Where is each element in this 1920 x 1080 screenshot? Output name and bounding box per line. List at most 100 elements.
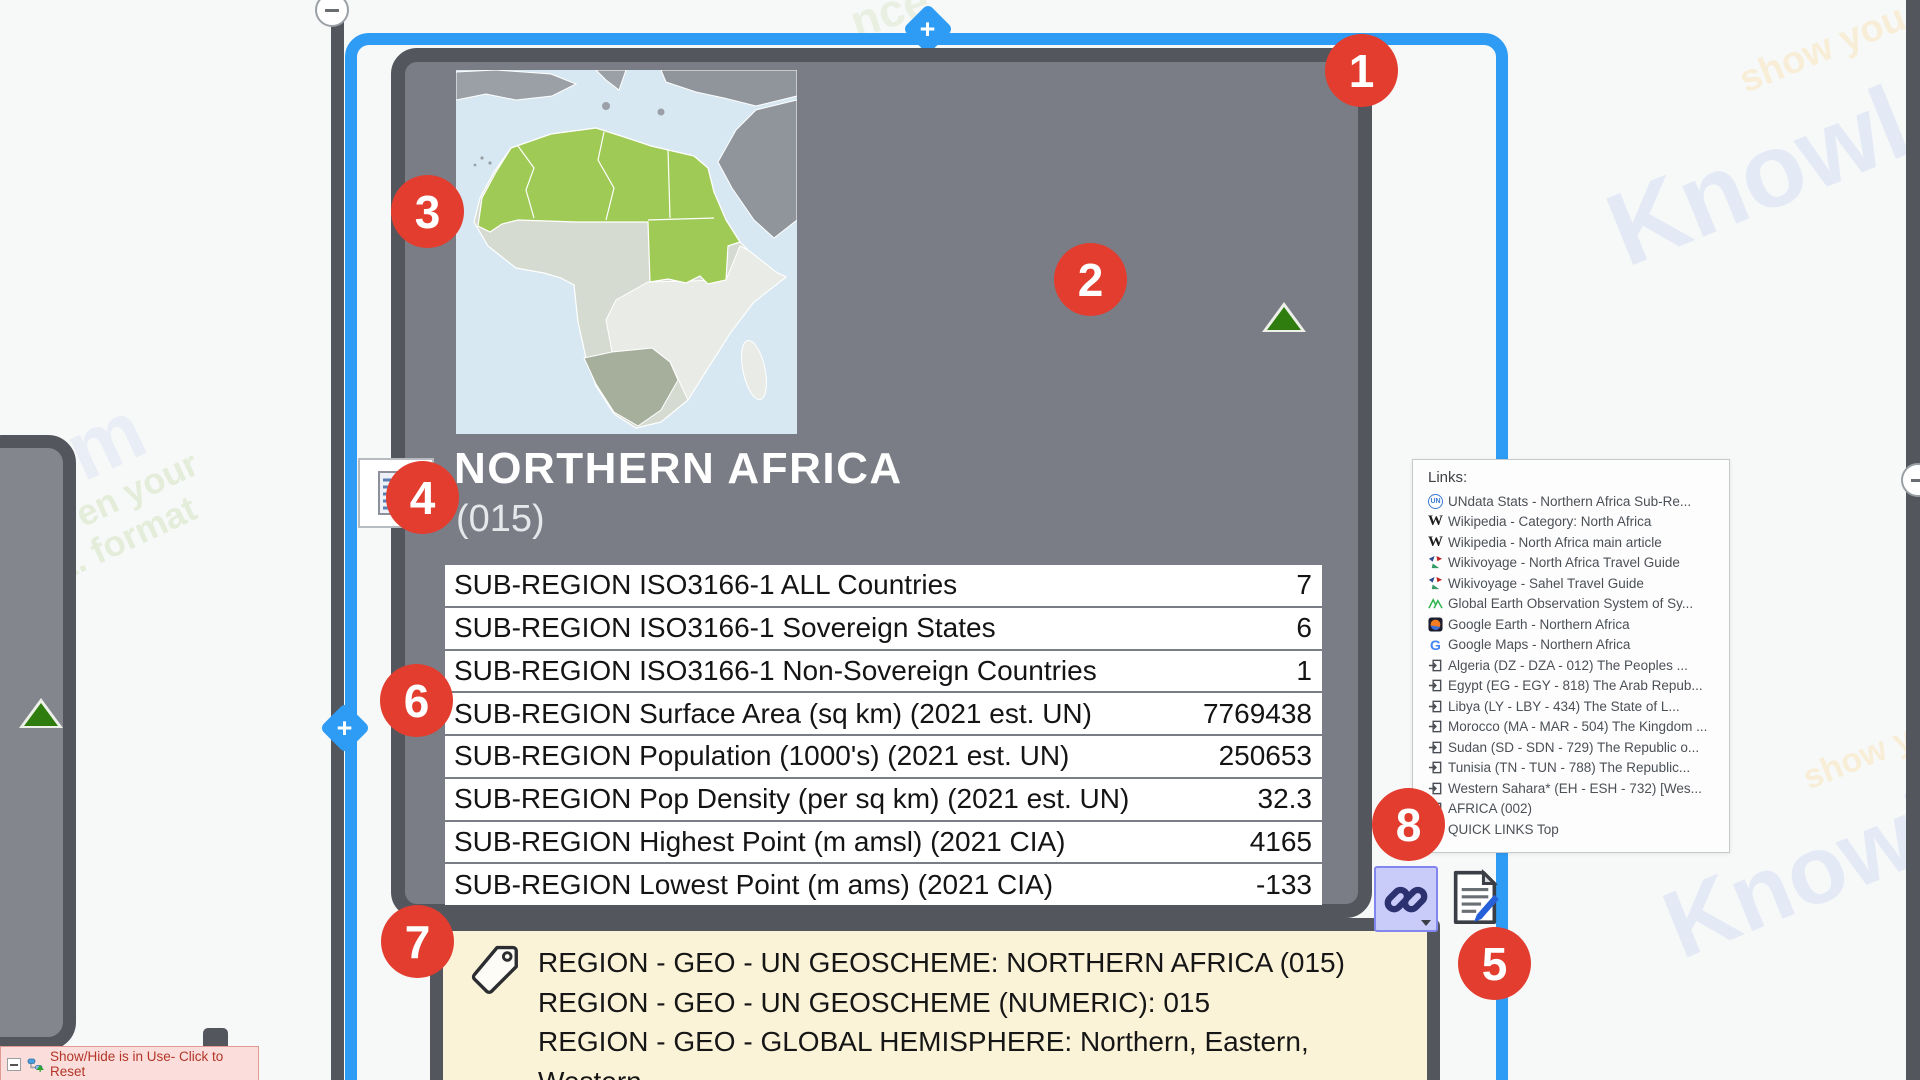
note-line: REGION - GEO - GLOBAL HEMISPHERE: Northe… <box>538 1022 1427 1080</box>
import-link-icon <box>1428 740 1443 755</box>
link-item[interactable]: Global Earth Observation System of Sy... <box>1428 594 1721 615</box>
callout-badge-8: 8 <box>1372 788 1445 861</box>
google-earth-icon <box>1428 617 1443 632</box>
link-item[interactable]: Egypt (EG - EGY - 818) The Arab Repub... <box>1428 676 1721 697</box>
callout-badge-6: 6 <box>380 664 453 737</box>
link-item[interactable]: Sudan (SD - SDN - 729) The Republic o... <box>1428 737 1721 758</box>
link-item-label: Morocco (MA - MAR - 504) The Kingdom ... <box>1448 719 1707 734</box>
wikipedia-icon: W <box>1428 535 1443 550</box>
node-tree-icon <box>27 1056 44 1073</box>
plus-icon: + <box>920 16 936 43</box>
link-item-label: UNdata Stats - Northern Africa Sub-Re... <box>1448 494 1691 509</box>
table-row-label: SUB-REGION Highest Point (m amsl) (2021 … <box>454 826 1066 858</box>
link-item-label: Google Earth - Northern Africa <box>1448 617 1630 632</box>
dropdown-caret-icon <box>1421 920 1431 926</box>
expand-triangle-icon[interactable] <box>1267 307 1301 330</box>
table-row-value: 32.3 <box>1258 783 1313 815</box>
import-link-icon <box>1428 719 1443 734</box>
link-item[interactable]: W Wikipedia - North Africa main article <box>1428 532 1721 553</box>
collapse-box-icon <box>7 1058 21 1071</box>
link-item-label: Tunisia (TN - TUN - 788) The Republic... <box>1448 760 1690 775</box>
note-line: REGION - GEO - UN GEOSCHEME: NORTHERN AF… <box>538 943 1427 983</box>
watermark-text: show you <box>1733 0 1912 102</box>
show-hide-toast[interactable]: Show/Hide is in Use- Click to Reset <box>0 1046 259 1080</box>
table-row-value: 1 <box>1296 655 1312 687</box>
topic-card-northern-africa[interactable]: NORTHERN AFRICA (015) SUB-REGION ISO3166… <box>391 48 1372 918</box>
import-link-icon <box>1428 760 1443 775</box>
link-item[interactable]: Morocco (MA - MAR - 504) The Kingdom ... <box>1428 717 1721 738</box>
google-icon: G <box>1428 637 1443 652</box>
table-row-label: SUB-REGION Lowest Point (m ams) (2021 CI… <box>454 869 1053 901</box>
link-item[interactable]: Algeria (DZ - DZA - 012) The Peoples ... <box>1428 655 1721 676</box>
table-row-label: SUB-REGION ISO3166-1 Non-Sovereign Count… <box>454 655 1097 687</box>
link-item-label: Global Earth Observation System of Sy... <box>1448 596 1693 611</box>
watermark-text: en your <box>69 442 205 535</box>
import-link-icon <box>1428 678 1443 693</box>
table-row-label: SUB-REGION ISO3166-1 Sovereign States <box>454 612 996 644</box>
link-item-label: Libya (LY - LBY - 434) The State of L... <box>1448 699 1680 714</box>
toast-text: Show/Hide is in Use- Click to Reset <box>50 1049 250 1079</box>
link-item[interactable]: Wikivoyage - North Africa Travel Guide <box>1428 553 1721 574</box>
import-link-icon <box>1428 699 1443 714</box>
table-row-label: SUB-REGION Pop Density (per sq km) (2021… <box>454 783 1129 815</box>
collapse-minus-icon-right[interactable] <box>1901 463 1920 497</box>
geoss-icon <box>1428 596 1443 611</box>
links-list: UNUNdata Stats - Northern Africa Sub-Re.… <box>1428 491 1721 840</box>
link-item[interactable]: Google Earth - Northern Africa <box>1428 614 1721 635</box>
import-link-icon <box>1428 781 1443 796</box>
wikipedia-icon: W <box>1428 514 1443 529</box>
neighbor-node-left[interactable] <box>0 435 76 1050</box>
link-item-label: AFRICA (002) <box>1448 801 1532 816</box>
link-item-label: Egypt (EG - EGY - 818) The Arab Repub... <box>1448 678 1703 693</box>
neighbor-connector-right <box>1906 0 1920 1080</box>
link-item[interactable]: Tunisia (TN - TUN - 788) The Republic... <box>1428 758 1721 779</box>
callout-badge-5: 5 <box>1458 927 1531 1000</box>
link-item-label: Algeria (DZ - DZA - 012) The Peoples ... <box>1448 658 1688 673</box>
table-row[interactable]: SUB-REGION ISO3166-1 ALL Countries7 <box>445 565 1322 606</box>
edit-note-button[interactable] <box>1448 869 1502 927</box>
note-edit-icon <box>1448 869 1502 927</box>
link-item[interactable]: W Wikipedia - Category: North Africa <box>1428 512 1721 533</box>
wikivoyage-icon <box>1428 555 1443 570</box>
table-row[interactable]: SUB-REGION Surface Area (sq km) (2021 es… <box>445 693 1322 734</box>
note-text: REGION - GEO - UN GEOSCHEME: NORTHERN AF… <box>538 943 1427 1080</box>
canvas[interactable]: Knowledshow youKnowledshow yomen yourat.… <box>0 0 1920 1080</box>
link-item[interactable]: AFRICA (002) <box>1428 799 1721 820</box>
node-title: NORTHERN AFRICA <box>454 444 903 494</box>
table-row[interactable]: SUB-REGION Highest Point (m amsl) (2021 … <box>445 822 1322 863</box>
table-row-value: 250653 <box>1219 740 1312 772</box>
note-box[interactable]: REGION - GEO - UN GEOSCHEME: NORTHERN AF… <box>430 918 1440 1080</box>
table-row-value: 6 <box>1296 612 1312 644</box>
link-item-label: Wikipedia - North Africa main article <box>1448 535 1662 550</box>
tag-icon <box>469 943 523 997</box>
link-item[interactable]: UNUNdata Stats - Northern Africa Sub-Re.… <box>1428 491 1721 512</box>
wikivoyage-icon <box>1428 576 1443 591</box>
link-item-label: Sudan (SD - SDN - 729) The Republic o... <box>1448 740 1699 755</box>
table-row[interactable]: SUB-REGION ISO3166-1 Non-Sovereign Count… <box>445 651 1322 692</box>
link-item-label: Wikivoyage - Sahel Travel Guide <box>1448 576 1644 591</box>
link-item[interactable]: GGoogle Maps - Northern Africa <box>1428 635 1721 656</box>
links-popup: Links: UNUNdata Stats - Northern Africa … <box>1412 459 1730 853</box>
node-code: (015) <box>456 498 545 541</box>
table-row[interactable]: SUB-REGION ISO3166-1 Sovereign States 6 <box>445 608 1322 649</box>
links-button[interactable] <box>1374 866 1438 932</box>
table-row[interactable]: SUB-REGION Lowest Point (m ams) (2021 CI… <box>445 864 1322 905</box>
link-icon <box>1383 876 1429 922</box>
link-item[interactable]: Wikivoyage - Sahel Travel Guide <box>1428 573 1721 594</box>
watermark-text: Knowled <box>1591 18 1920 291</box>
link-item[interactable]: Western Sahara* (EH - ESH - 732) [Wes... <box>1428 778 1721 799</box>
links-popup-title: Links: <box>1428 469 1721 486</box>
table-row[interactable]: SUB-REGION Pop Density (per sq km) (2021… <box>445 779 1322 820</box>
plus-icon: + <box>337 715 353 742</box>
africa-map-image <box>456 70 797 434</box>
collapse-triangle-icon[interactable] <box>24 703 58 726</box>
table-row-value: 7769438 <box>1203 698 1312 730</box>
table-row-label: SUB-REGION Population (1000's) (2021 est… <box>454 740 1069 772</box>
link-item[interactable]: QUICK LINKS Top <box>1428 819 1721 840</box>
link-item[interactable]: Libya (LY - LBY - 434) The State of L... <box>1428 696 1721 717</box>
table-row-value: 4165 <box>1250 826 1312 858</box>
link-item-label: Wikipedia - Category: North Africa <box>1448 514 1651 529</box>
link-item-label: QUICK LINKS Top <box>1448 822 1559 837</box>
table-row-value: -133 <box>1256 869 1312 901</box>
table-row[interactable]: SUB-REGION Population (1000's) (2021 est… <box>445 736 1322 777</box>
